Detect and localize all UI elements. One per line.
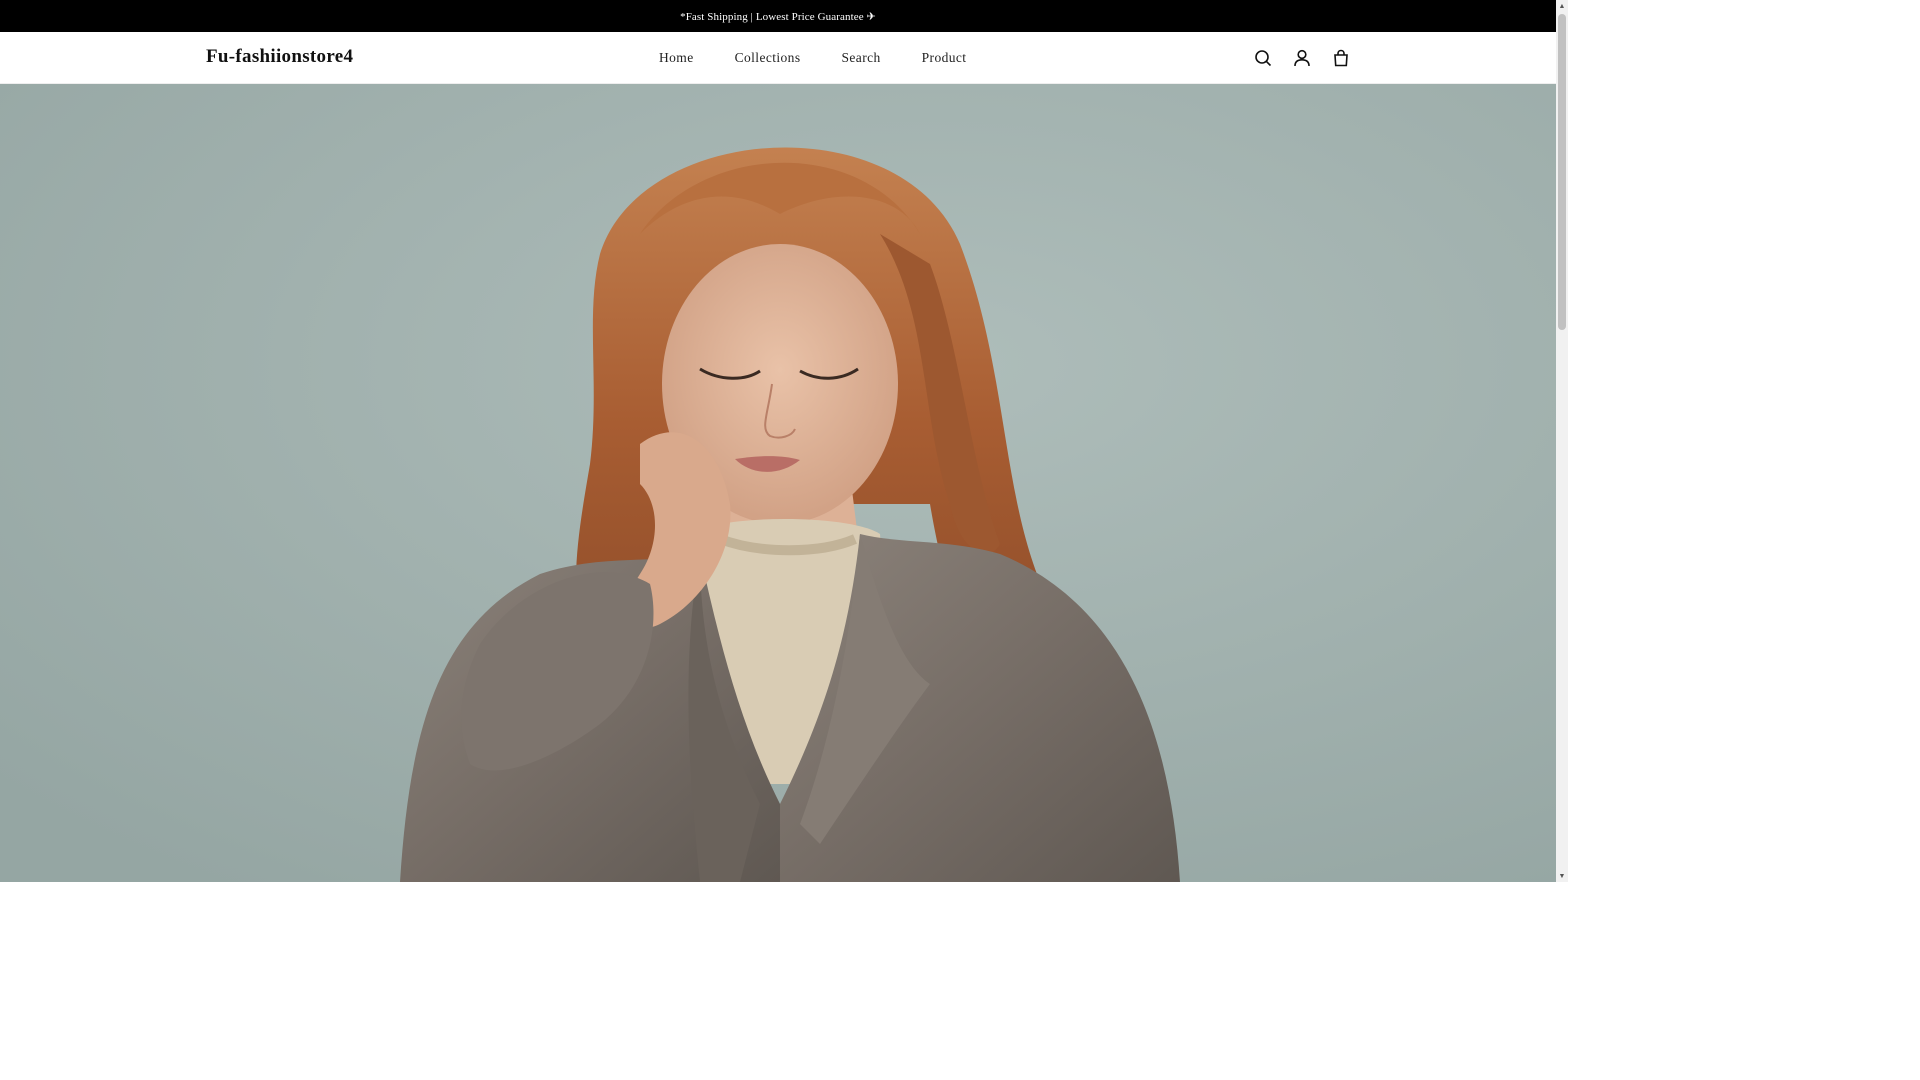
cart-icon[interactable] bbox=[1332, 48, 1350, 68]
announcement-text: *Fast Shipping | Lowest Price Guarantee … bbox=[680, 10, 876, 23]
page-scrollbar[interactable]: ▲ ▼ bbox=[1556, 0, 1568, 882]
nav-search[interactable]: Search bbox=[842, 50, 881, 66]
main-nav: Home Collections Search Product bbox=[659, 50, 966, 66]
nav-product[interactable]: Product bbox=[922, 50, 967, 66]
nav-collections[interactable]: Collections bbox=[735, 50, 801, 66]
site-header: Fu-fashiionstore4 Home Collections Searc… bbox=[0, 32, 1556, 84]
hero-image bbox=[0, 84, 1556, 882]
header-icons bbox=[1254, 48, 1350, 68]
scroll-down-arrow-icon[interactable]: ▼ bbox=[1558, 872, 1566, 880]
announcement-bar: *Fast Shipping | Lowest Price Guarantee … bbox=[0, 0, 1556, 32]
search-icon[interactable] bbox=[1254, 48, 1272, 68]
scrollbar-thumb[interactable] bbox=[1558, 14, 1566, 330]
account-icon[interactable] bbox=[1293, 48, 1311, 68]
nav-home[interactable]: Home bbox=[659, 50, 694, 66]
scroll-up-arrow-icon[interactable]: ▲ bbox=[1558, 2, 1566, 10]
hero-banner[interactable] bbox=[0, 84, 1556, 882]
store-logo[interactable]: Fu-fashiionstore4 bbox=[206, 46, 353, 68]
